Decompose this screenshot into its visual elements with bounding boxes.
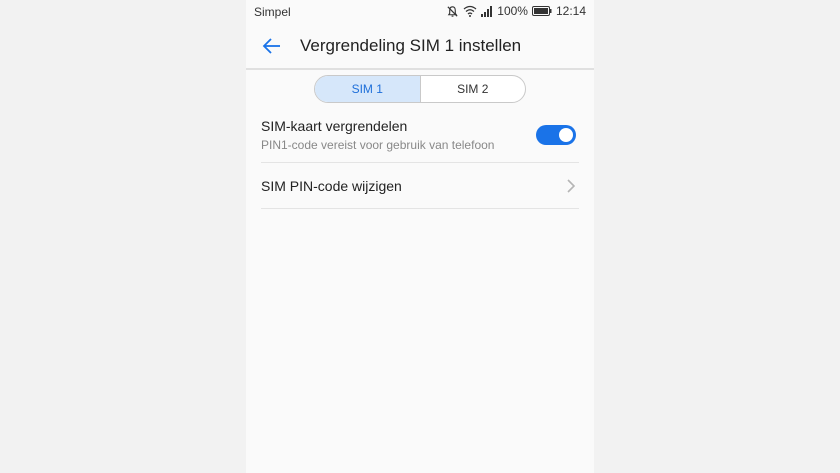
sim-lock-title: SIM-kaart vergrendelen xyxy=(261,118,408,134)
sim-lock-setting[interactable]: SIM-kaart vergrendelen PIN1-code vereist… xyxy=(261,110,579,163)
change-pin-title: SIM PIN-code wijzigen xyxy=(261,178,402,194)
chevron-right-icon xyxy=(565,178,577,194)
sim-tab-switcher: SIM 1 SIM 2 xyxy=(314,75,526,103)
status-bar: Simpel 100% 12:14 xyxy=(246,0,594,24)
clock: 12:14 xyxy=(555,4,586,18)
sim-lock-toggle[interactable] xyxy=(536,125,576,145)
arrow-left-icon xyxy=(262,38,280,54)
battery-icon xyxy=(531,6,552,16)
wifi-icon xyxy=(463,5,477,17)
back-button[interactable] xyxy=(260,34,284,58)
page-title: Vergrendeling SIM 1 instellen xyxy=(300,36,522,55)
tab-sim-1[interactable]: SIM 1 xyxy=(315,76,420,102)
change-pin-setting[interactable]: SIM PIN-code wijzigen xyxy=(261,163,579,209)
app-header: Vergrendeling SIM 1 instellen xyxy=(246,24,594,70)
battery-percent: 100% xyxy=(497,4,528,18)
signal-icon xyxy=(481,5,493,17)
phone-screen: Simpel 100% 12:14 Vergrendeling SIM 1 in… xyxy=(246,0,594,473)
mute-icon xyxy=(446,5,459,18)
tab-sim-2[interactable]: SIM 2 xyxy=(419,76,526,102)
carrier-label: Simpel xyxy=(254,5,291,19)
sim-lock-subtitle: PIN1-code vereist voor gebruik van telef… xyxy=(261,138,495,152)
toggle-knob xyxy=(559,128,573,142)
status-icons: 100% 12:14 xyxy=(446,4,586,18)
